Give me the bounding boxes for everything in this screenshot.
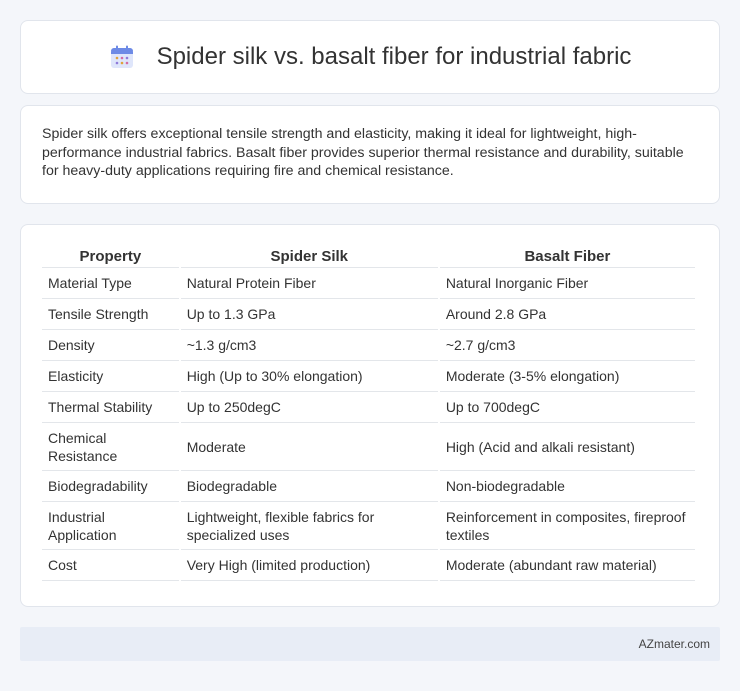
row-basalt-fiber-value: Up to 700degC [439,392,695,423]
row-basalt-fiber-value: Non-biodegradable [439,471,695,502]
table-row: Cost Very High (limited production) Mode… [42,550,695,581]
title-wrap: Spider silk vs. basalt fiber for industr… [109,43,632,71]
row-spider-silk-value: Biodegradable [180,471,438,502]
row-property: Tensile Strength [42,299,179,330]
row-spider-silk-value: Lightweight, flexible fabrics for specia… [180,502,438,550]
row-property: Chemical Resistance [42,423,179,471]
row-spider-silk-value: Moderate [180,423,438,471]
footer-bar: AZmater.com [20,627,720,661]
table-row: Biodegradability Biodegradable Non-biode… [42,471,695,502]
row-basalt-fiber-value: Around 2.8 GPa [439,299,695,330]
page-title: Spider silk vs. basalt fiber for industr… [156,43,632,70]
row-property: Density [42,330,179,361]
header-basalt-fiber: Basalt Fiber [439,245,695,268]
table-row: Tensile Strength Up to 1.3 GPa Around 2.… [42,299,695,330]
header-spider-silk: Spider Silk [180,245,438,268]
table-row: Chemical Resistance Moderate High (Acid … [42,423,695,471]
comparison-card: Property Spider Silk Basalt Fiber Materi… [20,224,720,607]
summary-card: Spider silk offers exceptional tensile s… [20,105,720,204]
row-property: Thermal Stability [42,392,179,423]
row-basalt-fiber-value: Moderate (3-5% elongation) [439,361,695,392]
row-basalt-fiber-value: Moderate (abundant raw material) [439,550,695,581]
row-spider-silk-value: ~1.3 g/cm3 [180,330,438,361]
table-header-row: Property Spider Silk Basalt Fiber [42,245,695,268]
row-property: Cost [42,550,179,581]
row-property: Biodegradability [42,471,179,502]
table-row: Industrial Application Lightweight, flex… [42,502,695,550]
row-basalt-fiber-value: Natural Inorganic Fiber [439,268,695,299]
row-spider-silk-value: Up to 1.3 GPa [180,299,438,330]
table-row: Material Type Natural Protein Fiber Natu… [42,268,695,299]
title-card: Spider silk vs. basalt fiber for industr… [20,20,720,94]
comparison-table: Property Spider Silk Basalt Fiber Materi… [40,245,697,581]
header-property: Property [42,245,179,268]
calendar-icon [109,44,135,70]
footer-brand: AZmater.com [638,637,710,651]
row-basalt-fiber-value: Reinforcement in composites, fireproof t… [439,502,695,550]
row-spider-silk-value: Up to 250degC [180,392,438,423]
row-spider-silk-value: Very High (limited production) [180,550,438,581]
row-property: Industrial Application [42,502,179,550]
table-row: Thermal Stability Up to 250degC Up to 70… [42,392,695,423]
table-row: Density ~1.3 g/cm3 ~2.7 g/cm3 [42,330,695,361]
summary-text: Spider silk offers exceptional tensile s… [42,126,684,179]
row-property: Material Type [42,268,179,299]
row-spider-silk-value: Natural Protein Fiber [180,268,438,299]
row-spider-silk-value: High (Up to 30% elongation) [180,361,438,392]
row-property: Elasticity [42,361,179,392]
row-basalt-fiber-value: High (Acid and alkali resistant) [439,423,695,471]
table-row: Elasticity High (Up to 30% elongation) M… [42,361,695,392]
row-basalt-fiber-value: ~2.7 g/cm3 [439,330,695,361]
